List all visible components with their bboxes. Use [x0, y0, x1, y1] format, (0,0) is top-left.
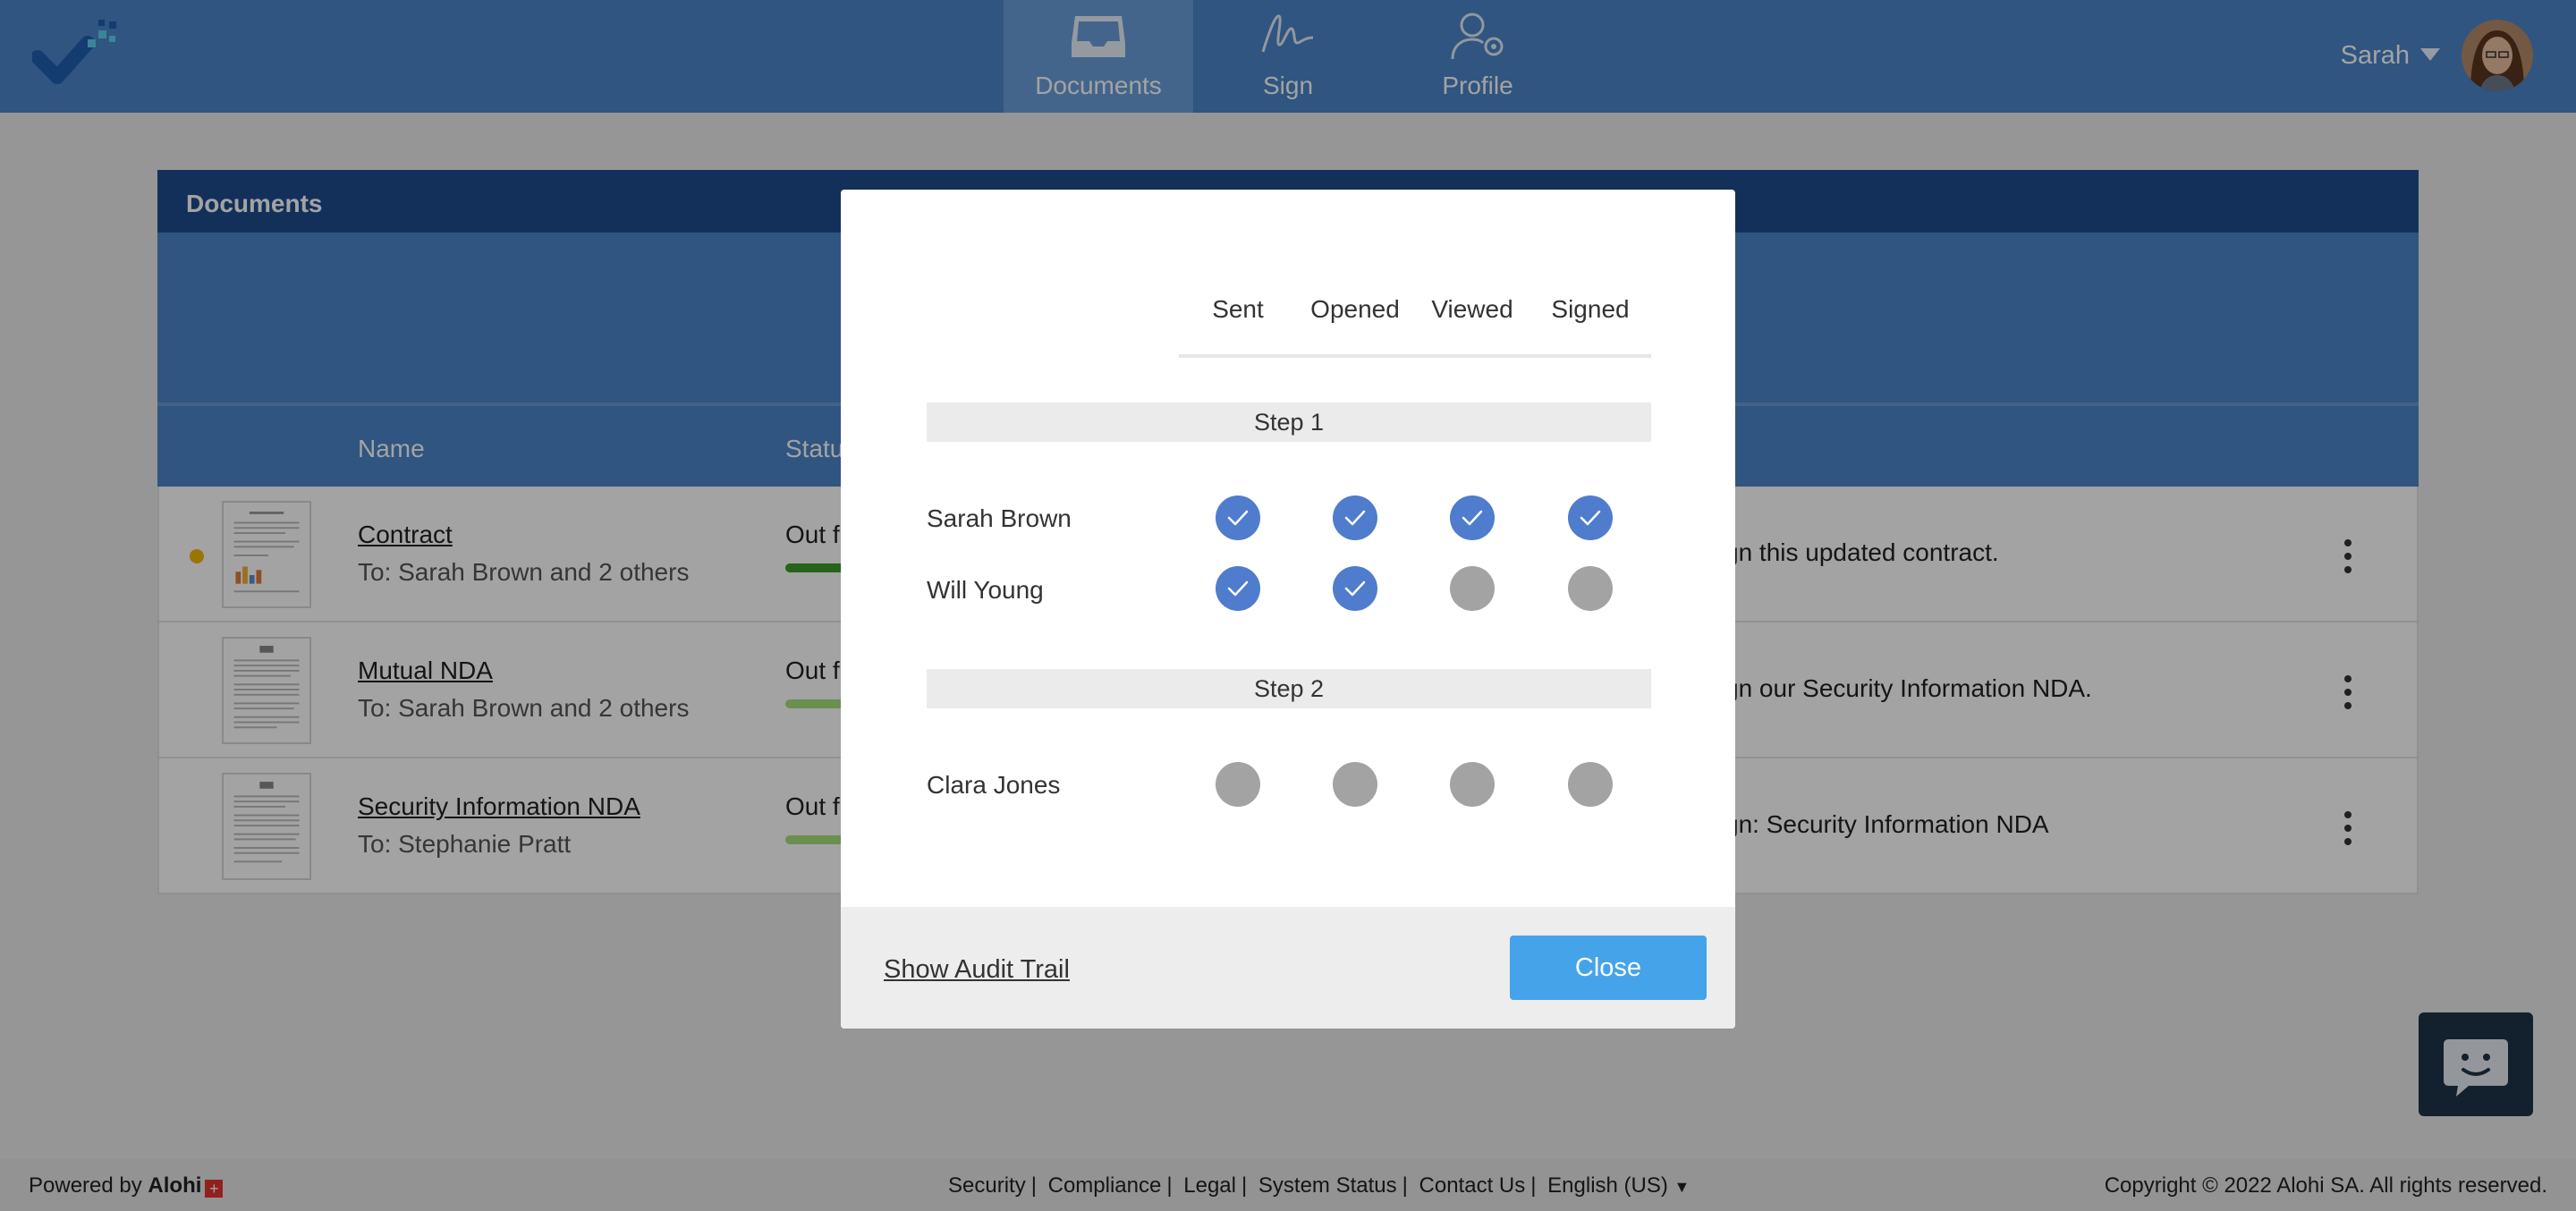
status-signed [1568, 762, 1613, 807]
column-header-sent: Sent [1212, 295, 1264, 323]
status-viewed [1450, 495, 1495, 540]
step-2-label: Step 2 [927, 669, 1651, 708]
check-icon [1580, 510, 1601, 526]
column-header-viewed: Viewed [1431, 295, 1513, 323]
check-icon [1344, 580, 1366, 597]
signer-name: Will Young [927, 576, 1044, 604]
status-viewed [1450, 566, 1495, 611]
status-opened [1333, 495, 1377, 540]
status-sent [1216, 495, 1260, 540]
status-opened [1333, 762, 1377, 807]
status-signed [1568, 495, 1613, 540]
step-1-label: Step 1 [927, 402, 1651, 442]
column-header-opened: Opened [1310, 295, 1400, 323]
status-sent [1216, 762, 1260, 807]
status-signed [1568, 566, 1613, 611]
column-header-signed: Signed [1551, 295, 1630, 323]
show-audit-trail-link[interactable]: Show Audit Trail [884, 955, 1070, 985]
signing-status-dialog: Sent Opened Viewed Signed Step 1 Sarah B… [841, 190, 1735, 1029]
signer-name: Sarah Brown [927, 504, 1072, 532]
check-icon [1227, 510, 1249, 526]
header-divider [1179, 354, 1651, 358]
check-icon [1462, 510, 1483, 526]
status-sent [1216, 566, 1260, 611]
status-opened [1333, 566, 1377, 611]
status-viewed [1450, 762, 1495, 807]
close-button[interactable]: Close [1510, 936, 1707, 1000]
check-icon [1227, 580, 1249, 597]
check-icon [1344, 510, 1366, 526]
dialog-footer: Show Audit Trail Close [841, 907, 1735, 1029]
signer-name: Clara Jones [927, 771, 1061, 799]
